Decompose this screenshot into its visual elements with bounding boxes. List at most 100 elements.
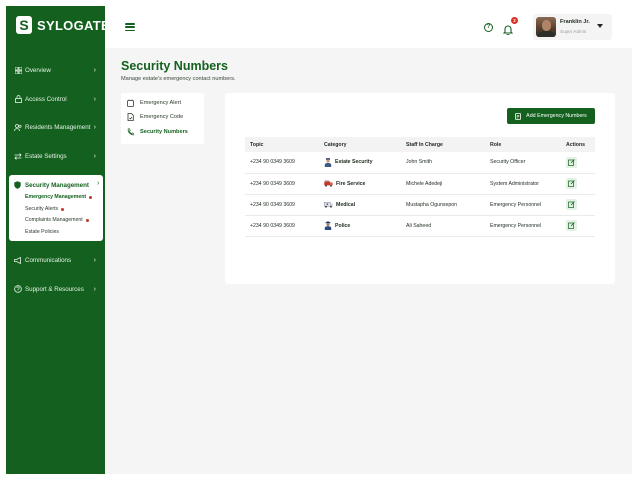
ambulance-icon bbox=[324, 202, 333, 208]
user-menu[interactable]: Franklin Jr. Super Admin bbox=[533, 14, 612, 40]
cell-actions bbox=[561, 215, 595, 236]
edit-button[interactable] bbox=[566, 220, 577, 231]
category-label: Police bbox=[335, 222, 351, 229]
cell-staff: Mustapha Ogunsepon bbox=[406, 201, 458, 208]
sidebar-item-label: Support & Resources bbox=[25, 285, 84, 293]
emergency-subnav: Emergency Alert Emergency Code Security … bbox=[121, 93, 204, 144]
notification-dot bbox=[61, 207, 65, 211]
subitem-label: Security Alerts bbox=[25, 206, 59, 212]
chevron-right-icon: › bbox=[93, 256, 96, 264]
sidebar-item-label: Residents Management bbox=[25, 123, 91, 131]
subnav-item-emergency-alert[interactable]: Emergency Alert bbox=[127, 98, 181, 108]
cell-category: Estate Security bbox=[319, 152, 401, 173]
sidebar-item-security-management[interactable]: Security Management › bbox=[14, 180, 99, 190]
table-header-row: Topic Category Staff In Charge Role Acti… bbox=[245, 137, 595, 152]
cell-role: Emergency Personnel bbox=[490, 222, 542, 229]
cell-topic: +234 90 0349 3609 bbox=[250, 222, 295, 229]
category-label: Fire Service bbox=[336, 180, 366, 187]
logo-text: SYLOGATE bbox=[37, 17, 110, 33]
table-row: +234 90 0349 3609 Fire Service Michele A… bbox=[245, 173, 595, 194]
cell-topic: +234 90 0349 3609 bbox=[250, 180, 295, 187]
sidebar-item-label: Communications bbox=[25, 256, 72, 264]
sidebar-subitem-estate-policies[interactable]: Estate Policies bbox=[25, 229, 59, 235]
chevron-right-icon: › bbox=[93, 152, 96, 160]
lock-icon bbox=[14, 95, 22, 103]
security-numbers-card: Add Emergency Numbers Topic Category Sta… bbox=[225, 93, 615, 284]
add-emergency-numbers-button[interactable]: Add Emergency Numbers bbox=[507, 108, 595, 124]
swap-icon bbox=[14, 152, 22, 160]
sidebar-item-support-resources[interactable]: Support & Resources › bbox=[6, 281, 105, 297]
page-subtitle: Manage estate's emergency contact number… bbox=[121, 76, 236, 82]
sidebar-item-label: Security Management bbox=[25, 181, 89, 189]
cell-category: Police bbox=[319, 215, 401, 236]
cell-topic: +234 90 0349 3609 bbox=[250, 201, 295, 208]
subitem-label: Estate Policies bbox=[25, 229, 60, 235]
add-note-icon bbox=[515, 112, 522, 120]
subitem-label: Complaints Management bbox=[25, 217, 83, 223]
sidebar-item-estate-settings[interactable]: Estate Settings › bbox=[6, 148, 105, 164]
cell-staff: Ali Saheed bbox=[406, 222, 432, 229]
subnav-item-emergency-code[interactable]: Emergency Code bbox=[127, 112, 183, 122]
guard-icon bbox=[324, 157, 332, 167]
chevron-right-icon: › bbox=[97, 180, 100, 187]
notification-badge: 2 bbox=[511, 17, 518, 24]
edit-icon bbox=[568, 180, 575, 187]
fire-truck-icon bbox=[324, 180, 333, 187]
cell-role: Emergency Personnel bbox=[490, 201, 542, 208]
app-frame: S SYLOGATE Overview › Access Control › R… bbox=[6, 6, 632, 474]
help-circle-icon bbox=[14, 285, 22, 293]
table-row: +234 90 0349 3609 Medical Mustapha Oguns… bbox=[245, 194, 595, 215]
chevron-right-icon: › bbox=[93, 66, 96, 74]
cell-staff: John Smith bbox=[406, 159, 432, 166]
column-header-actions: Actions bbox=[566, 141, 586, 148]
edit-icon bbox=[568, 222, 575, 229]
chevron-right-icon: › bbox=[93, 285, 96, 293]
avatar bbox=[536, 17, 556, 37]
edit-button[interactable] bbox=[566, 178, 577, 189]
sidebar-item-overview[interactable]: Overview › bbox=[6, 62, 105, 78]
caret-down-icon[interactable] bbox=[597, 24, 603, 28]
phone-icon bbox=[127, 128, 134, 136]
user-role: Super Admin bbox=[560, 29, 587, 34]
sidebar-subitem-complaints-management[interactable]: Complaints Management bbox=[25, 217, 89, 223]
column-header-topic: Topic bbox=[250, 141, 264, 148]
subnav-item-security-numbers[interactable]: Security Numbers bbox=[127, 127, 188, 137]
sidebar-subitem-security-alerts[interactable]: Security Alerts bbox=[25, 206, 65, 212]
subnav-label: Emergency Code bbox=[140, 114, 184, 120]
sidebar-item-label: Overview bbox=[25, 66, 51, 74]
subnav-label: Security Numbers bbox=[140, 129, 188, 135]
user-name: Franklin Jr. bbox=[560, 19, 590, 25]
sidebar: S SYLOGATE Overview › Access Control › R… bbox=[6, 6, 110, 474]
cell-role: System Administrator bbox=[490, 180, 540, 187]
sidebar-item-residents-management[interactable]: Residents Management › bbox=[6, 119, 105, 135]
subitem-label: Emergency Management bbox=[25, 194, 87, 200]
cell-topic: +234 90 0349 3609 bbox=[250, 159, 295, 166]
topbar: ? 2 Franklin Jr. Super Admin bbox=[105, 6, 632, 48]
code-icon bbox=[127, 113, 134, 121]
cell-role: Security Officer bbox=[490, 159, 526, 166]
cell-category: Fire Service bbox=[319, 173, 401, 194]
logo[interactable]: S SYLOGATE bbox=[16, 16, 110, 34]
sidebar-subitem-emergency-management[interactable]: Emergency Management bbox=[25, 194, 93, 200]
sidebar-item-communications[interactable]: Communications › bbox=[6, 252, 105, 268]
sidebar-item-label: Estate Settings bbox=[25, 152, 67, 160]
shield-icon bbox=[14, 181, 22, 189]
column-header-staff: Staff In Charge bbox=[406, 141, 443, 148]
edit-button[interactable] bbox=[566, 199, 577, 210]
page-title: Security Numbers bbox=[121, 59, 228, 73]
category-label: Medical bbox=[336, 201, 356, 208]
sidebar-item-access-control[interactable]: Access Control › bbox=[6, 91, 105, 107]
cell-actions bbox=[561, 194, 595, 215]
grid-icon bbox=[14, 66, 22, 74]
category-label: Estate Security bbox=[335, 159, 373, 166]
chevron-right-icon: › bbox=[93, 95, 96, 103]
security-numbers-table: Topic Category Staff In Charge Role Acti… bbox=[245, 137, 595, 237]
table-row: +234 90 0349 3609 Estate Security John S… bbox=[245, 152, 595, 173]
users-icon bbox=[14, 123, 22, 131]
help-icon[interactable]: ? bbox=[484, 23, 493, 32]
cell-category: Medical bbox=[319, 194, 401, 215]
menu-icon[interactable] bbox=[125, 23, 135, 31]
table-row: +234 90 0349 3609 Police Ali Saheed Emer… bbox=[245, 215, 595, 236]
edit-button[interactable] bbox=[566, 156, 577, 168]
bell-icon[interactable] bbox=[502, 22, 514, 36]
